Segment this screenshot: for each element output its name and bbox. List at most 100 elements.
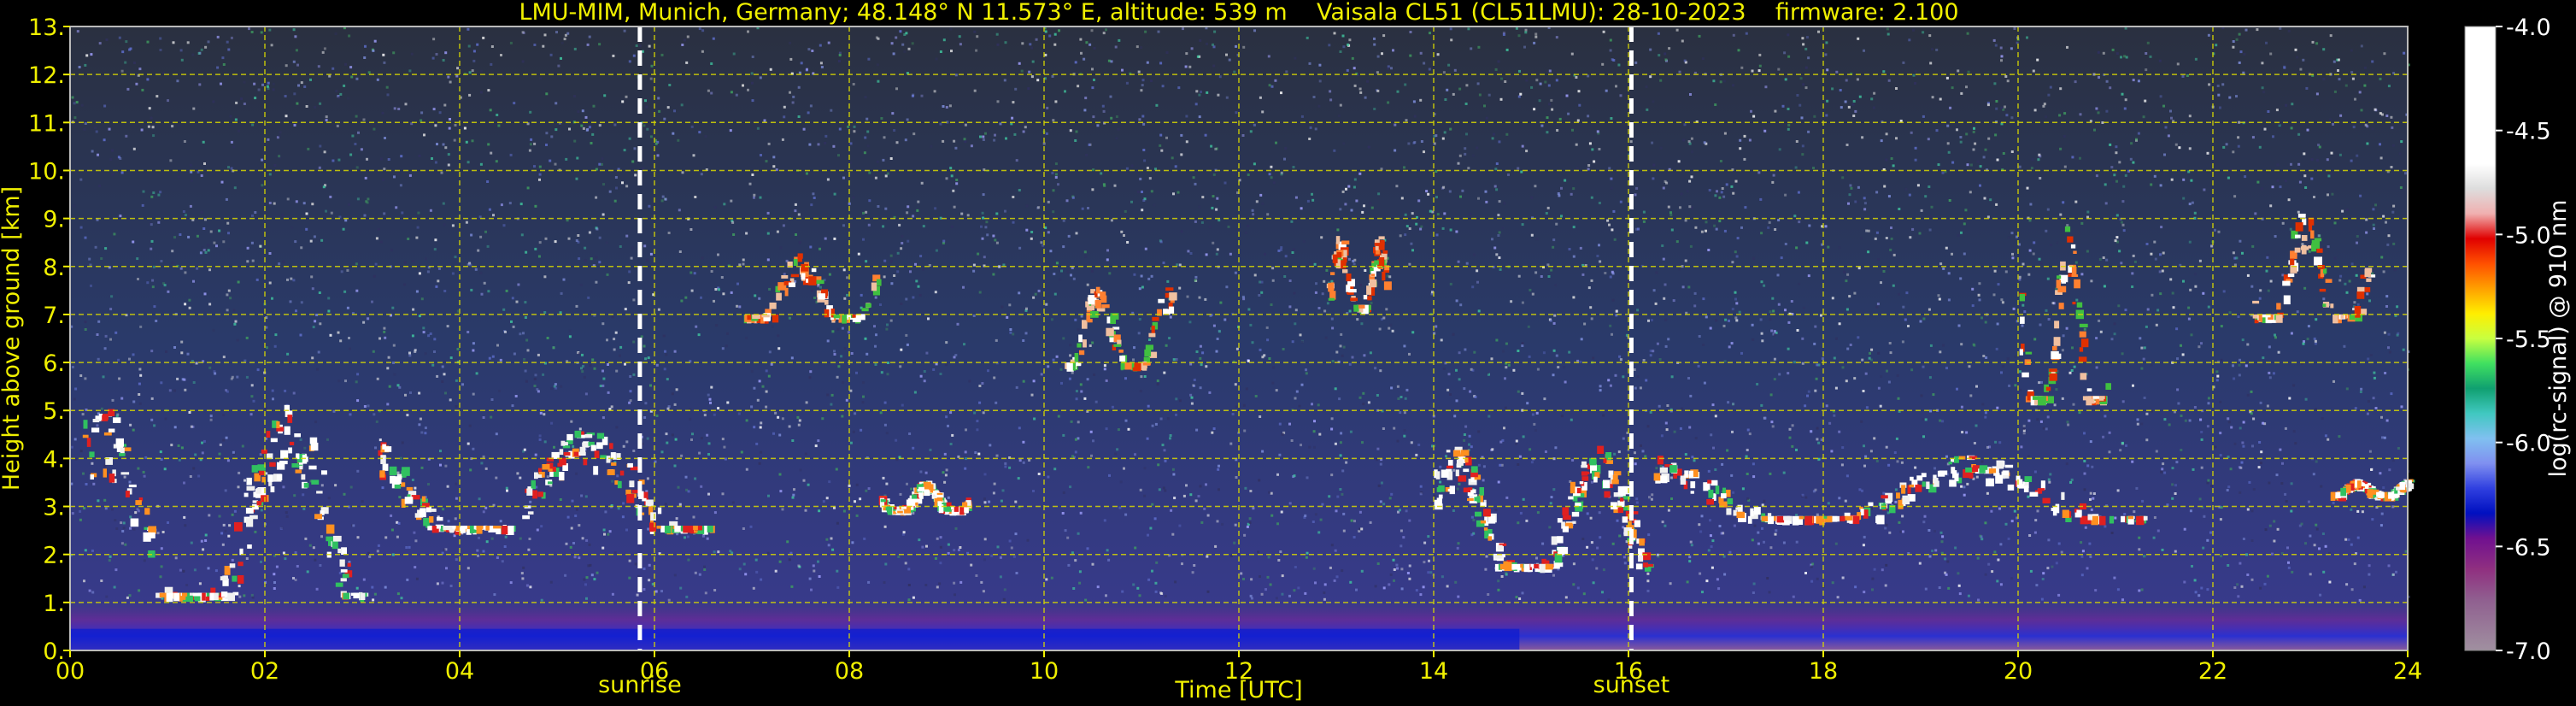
noise-dot	[2397, 332, 2400, 335]
noise-dot	[495, 432, 498, 436]
noise-dot	[120, 69, 124, 73]
noise-dot	[632, 54, 636, 57]
noise-dot	[619, 345, 623, 349]
noise-dot	[1075, 130, 1078, 133]
noise-dot	[429, 209, 432, 212]
noise-dot	[1468, 434, 1471, 438]
noise-dot	[1548, 103, 1551, 106]
noise-dot	[2246, 274, 2250, 277]
noise-dot	[79, 374, 83, 377]
noise-dot	[1090, 454, 1093, 457]
noise-dot	[550, 387, 554, 391]
noise-dot	[1672, 299, 1675, 303]
noise-dot	[1282, 348, 1285, 350]
noise-dot	[466, 567, 470, 570]
noise-dot	[294, 551, 297, 554]
noise-dot	[607, 363, 609, 366]
noise-dot	[160, 381, 163, 385]
noise-dot	[1924, 587, 1928, 591]
noise-dot	[1351, 56, 1354, 60]
noise-dot	[731, 221, 735, 224]
noise-dot	[556, 261, 560, 264]
noise-dot	[1665, 181, 1669, 185]
noise-dot	[2131, 460, 2134, 463]
noise-dot	[1634, 451, 1636, 455]
noise-dot	[323, 47, 326, 50]
noise-dot	[675, 517, 678, 521]
noise-dot	[957, 548, 960, 551]
noise-dot	[2359, 391, 2362, 393]
noise-dot	[1369, 521, 1372, 524]
noise-dot	[1590, 279, 1593, 282]
noise-dot	[965, 428, 967, 432]
noise-dot	[1500, 575, 1504, 578]
noise-dot	[866, 352, 869, 356]
noise-dot	[2379, 143, 2381, 146]
noise-dot	[1748, 432, 1752, 436]
noise-dot	[1576, 586, 1580, 590]
noise-dot	[1094, 400, 1098, 403]
noise-dot	[202, 439, 206, 443]
noise-dot	[352, 524, 355, 527]
noise-dot	[444, 464, 448, 468]
noise-dot	[2379, 472, 2382, 475]
noise-dot	[1292, 248, 1295, 251]
noise-dot	[1801, 337, 1804, 340]
noise-dot	[2071, 156, 2074, 159]
noise-dot	[1323, 597, 1326, 601]
noise-dot	[1312, 567, 1316, 570]
noise-dot	[2367, 357, 2370, 361]
noise-dot	[850, 352, 854, 355]
noise-dot	[2292, 430, 2296, 433]
noise-dot	[2010, 577, 2014, 580]
noise-dot	[745, 337, 748, 339]
noise-dot	[2338, 279, 2342, 282]
noise-dot	[495, 476, 498, 479]
noise-dot	[608, 190, 612, 193]
noise-dot	[1793, 361, 1796, 364]
noise-dot	[2097, 111, 2100, 115]
noise-dot	[404, 103, 408, 106]
noise-dot	[1092, 439, 1094, 443]
noise-dot	[405, 546, 408, 549]
noise-dot	[203, 162, 206, 165]
noise-dot	[2152, 536, 2156, 539]
noise-dot	[1843, 270, 1846, 274]
noise-dot	[1670, 497, 1673, 500]
noise-dot	[1540, 124, 1544, 127]
noise-dot	[1079, 511, 1083, 515]
noise-dot	[2202, 291, 2205, 295]
noise-dot	[932, 368, 936, 371]
noise-dot	[1937, 163, 1940, 167]
noise-dot	[1873, 437, 1876, 440]
noise-dot	[2160, 226, 2163, 229]
noise-dot	[1998, 507, 2001, 510]
noise-dot	[299, 438, 302, 441]
noise-dot	[1895, 87, 1898, 90]
noise-dot	[973, 30, 977, 33]
noise-dot	[2006, 357, 2010, 361]
noise-dot	[2272, 135, 2274, 138]
noise-dot	[344, 219, 348, 222]
noise-dot	[533, 385, 537, 387]
noise-dot	[228, 524, 232, 527]
noise-dot	[2313, 544, 2316, 547]
noise-dot	[1382, 316, 1386, 320]
noise-dot	[487, 89, 490, 92]
noise-dot	[601, 322, 605, 326]
noise-dot	[296, 63, 299, 67]
noise-dot	[1898, 292, 1900, 296]
noise-dot	[1812, 167, 1815, 169]
noise-dot	[419, 417, 422, 421]
noise-dot	[942, 105, 945, 108]
noise-dot	[1723, 573, 1727, 576]
noise-dot	[2136, 422, 2139, 426]
noise-dot	[613, 348, 616, 351]
noise-dot	[627, 281, 631, 285]
noise-dot	[2269, 204, 2273, 208]
noise-dot	[1378, 327, 1382, 331]
noise-dot	[2362, 585, 2366, 589]
noise-dot	[1698, 34, 1701, 38]
noise-dot	[374, 262, 378, 266]
noise-dot	[1175, 358, 1178, 361]
